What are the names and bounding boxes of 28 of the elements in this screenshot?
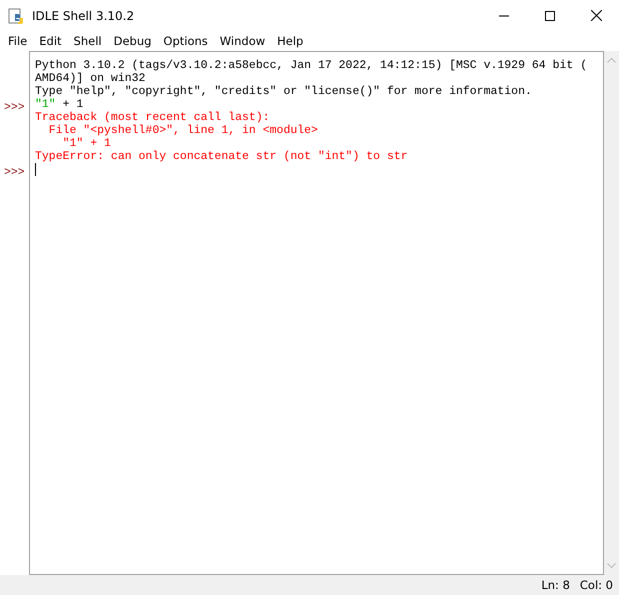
menu-item[interactable]: Shell	[68, 31, 108, 51]
output-text: + 1	[62, 98, 84, 111]
error-text: File "<pyshell#0>", line 1, in <module>	[48, 124, 318, 137]
close-icon	[590, 10, 602, 21]
menu-item[interactable]: Help	[271, 31, 310, 51]
scroll-down-icon[interactable]	[607, 563, 616, 569]
output-text: Type "help", "copyright", "credits" or "license()" for more information.	[35, 85, 532, 98]
column-number-status: Col: 0	[580, 578, 613, 592]
python-logo-icon	[8, 8, 24, 24]
window-title: IDLE Shell 3.10.2	[32, 8, 136, 22]
prompt-marker: >>>	[3, 166, 25, 179]
output-text: AMD64)] on win32	[35, 72, 146, 85]
error-text: "1" + 1	[62, 137, 111, 150]
error-text: Traceback (most recent call last):	[35, 111, 270, 124]
scroll-up-icon[interactable]	[607, 57, 616, 63]
line-number-status: Ln: 8	[541, 578, 570, 592]
menu-item[interactable]: File	[2, 31, 34, 51]
menu-item[interactable]: Window	[214, 31, 272, 51]
error-text: TypeError: can only concatenate str (not "int") to str	[35, 150, 408, 163]
menu-item[interactable]: Debug	[108, 31, 158, 51]
menu-item[interactable]: Edit	[33, 31, 68, 51]
menu-item[interactable]: Options	[157, 31, 214, 51]
maximize-icon	[545, 10, 555, 20]
scrollbar[interactable]	[604, 51, 619, 575]
prompt-marker: >>>	[3, 101, 25, 114]
string-literal: "1"	[35, 98, 56, 111]
shell-text-area[interactable]	[29, 51, 604, 575]
output-text: Python 3.10.2 (tags/v3.10.2:a58ebcc, Jan 17 2022, 14:12:15) [MSC v.1929 64 bit (	[35, 59, 588, 72]
